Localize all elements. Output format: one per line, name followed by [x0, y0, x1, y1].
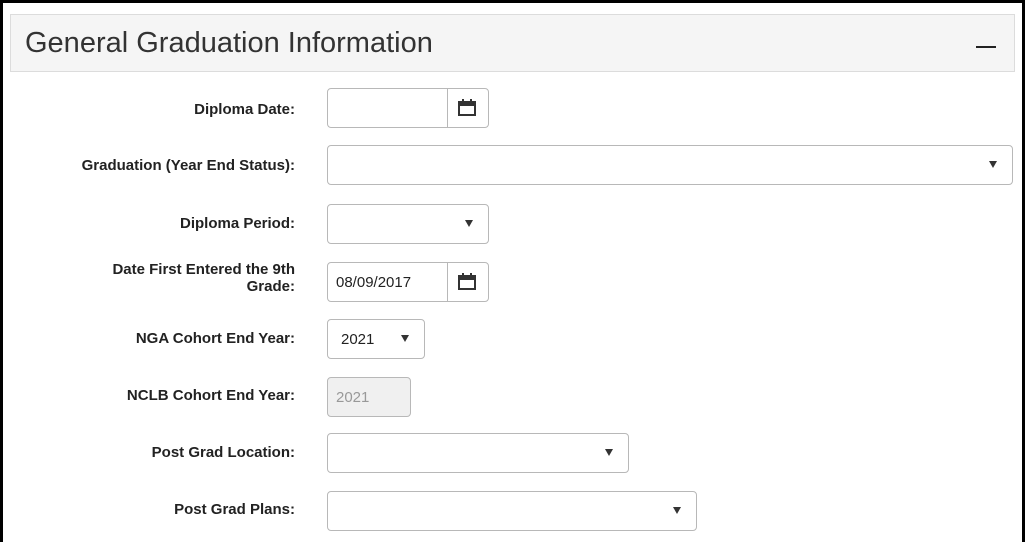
nga-cohort-select[interactable]: 2021: [327, 319, 425, 359]
chevron-down-icon: [401, 335, 409, 342]
calendar-icon: [458, 273, 476, 290]
diploma-period-select[interactable]: [327, 204, 489, 244]
chevron-down-icon: [605, 449, 613, 456]
post-grad-plans-label: Post Grad Plans:: [174, 501, 295, 518]
diploma-date-field[interactable]: [327, 88, 489, 128]
panel-title: General Graduation Information: [25, 27, 433, 59]
diploma-date-calendar-button[interactable]: [447, 89, 488, 127]
graduation-status-select[interactable]: [327, 145, 1013, 185]
graduation-panel: General Graduation Information Diploma D…: [0, 0, 1025, 542]
date-first-9th-label: Date First Entered the 9th Grade:: [112, 261, 295, 295]
chevron-down-icon: [673, 507, 681, 514]
panel-header: General Graduation Information: [10, 14, 1015, 72]
diploma-period-label: Diploma Period:: [179, 215, 295, 232]
diploma-date-label: Diploma Date:: [194, 101, 295, 118]
date-first-9th-field[interactable]: 08/09/2017: [327, 262, 489, 302]
date-first-9th-calendar-button[interactable]: [447, 263, 488, 301]
calendar-icon: [458, 99, 476, 116]
date-first-9th-value: 08/09/2017: [336, 274, 412, 291]
chevron-down-icon: [989, 161, 997, 168]
nclb-cohort-value: 2021: [336, 389, 370, 406]
graduation-status-label: Graduation (Year End Status):: [81, 157, 295, 174]
post-grad-location-label: Post Grad Location:: [151, 444, 295, 461]
nga-cohort-value: 2021: [341, 331, 375, 348]
nga-cohort-label: NGA Cohort End Year:: [135, 330, 295, 347]
post-grad-plans-select[interactable]: [327, 491, 697, 531]
nclb-cohort-label: NCLB Cohort End Year:: [126, 387, 295, 404]
nclb-cohort-field: 2021: [327, 377, 411, 417]
collapse-button[interactable]: [974, 25, 1000, 55]
chevron-down-icon: [465, 220, 473, 227]
date-first-9th-label-line2: Grade:: [246, 278, 295, 295]
date-first-9th-label-line1: Date First Entered the 9th: [112, 261, 295, 278]
post-grad-location-select[interactable]: [327, 433, 629, 473]
